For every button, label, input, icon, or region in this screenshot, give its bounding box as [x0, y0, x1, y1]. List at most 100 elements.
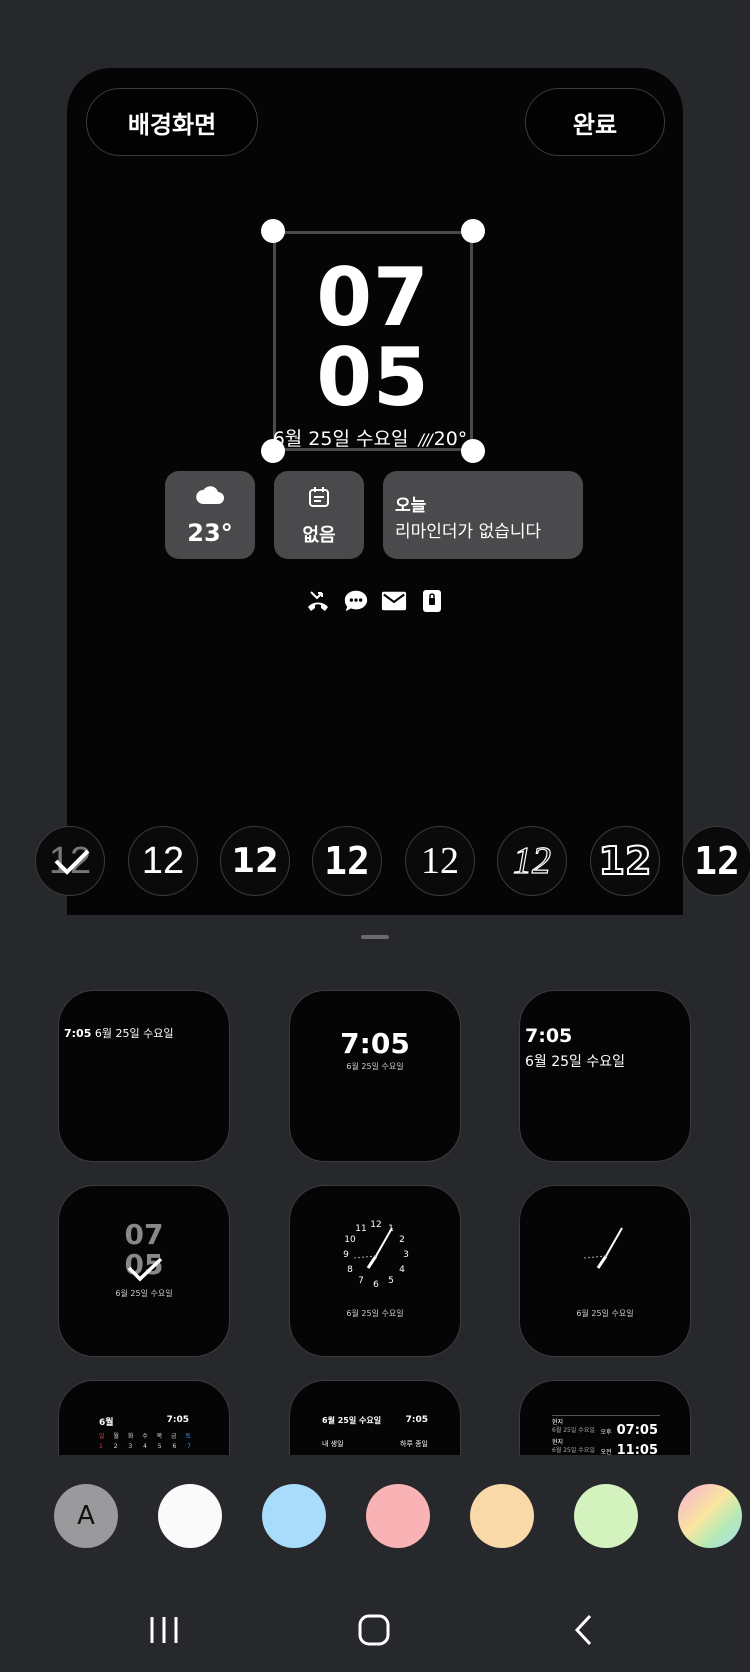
color-green[interactable]: [574, 1484, 638, 1548]
style-1-line: 7:05 6월 25일 수요일: [64, 1025, 173, 1041]
check-icon: [54, 849, 90, 875]
message-icon: [343, 588, 369, 614]
clock-style-3[interactable]: 7:05 6월 25일 수요일: [519, 990, 691, 1162]
resize-handle-top-right[interactable]: [461, 219, 485, 243]
reminder-text: 리마인더가 없습니다: [395, 522, 542, 542]
calendar-days: 1 2 3 4 5 6 7: [99, 1443, 191, 1450]
home-button[interactable]: [352, 1608, 396, 1652]
font-sample: 12: [324, 839, 370, 883]
clock-number: 5: [388, 1275, 394, 1286]
lock-icon: [419, 588, 445, 614]
clock-style-1[interactable]: 7:05 6월 25일 수요일: [58, 990, 230, 1162]
font-sample: 12: [231, 841, 279, 881]
color-pink[interactable]: [366, 1484, 430, 1548]
style-7-time: 7:05: [166, 1415, 189, 1425]
clock-selection-box[interactable]: 07 05: [273, 231, 473, 451]
notification-icons: [67, 588, 683, 614]
font-sample: 12: [598, 838, 653, 884]
resize-handle-top-left[interactable]: [261, 219, 285, 243]
clock-number: 1: [388, 1224, 394, 1235]
clock-number: 4: [399, 1265, 405, 1275]
style-9-city-1: 현지 6월 25일 수요일: [552, 1419, 595, 1435]
weather-widget[interactable]: 23°: [165, 471, 255, 559]
day-number: 4: [143, 1443, 147, 1450]
clock-number: 2: [399, 1235, 405, 1245]
clock-style-4[interactable]: 07 05 6월 25일 수요일: [58, 1185, 230, 1357]
font-option-6[interactable]: 12: [497, 826, 567, 896]
auto-label: A: [77, 1501, 95, 1531]
font-sample: 12: [141, 839, 185, 882]
clock-style-2[interactable]: 7:05 6월 25일 수요일: [289, 990, 461, 1162]
email-icon: [381, 588, 407, 614]
font-option-1[interactable]: 12: [35, 826, 105, 896]
analog-clock-face: 12 1 2 3 4 5 6 7 8 9 10 11: [336, 1216, 416, 1296]
weekday-label: 목: [156, 1433, 163, 1440]
clock-color-row: A: [0, 1484, 750, 1548]
sheet-drag-handle[interactable]: [361, 935, 389, 939]
style-8-date: 6월 25일 수요일: [322, 1416, 382, 1425]
clock-hour: 07: [316, 251, 430, 344]
clock-style-5[interactable]: 12 1 2 3 4 5 6 7 8 9 10 11 6월 25일 수요일: [289, 1185, 461, 1357]
rain-icon: ///: [418, 430, 432, 449]
style-9-label: 현지: [552, 1439, 564, 1446]
font-option-5[interactable]: 12: [405, 826, 475, 896]
clock-style-9[interactable]: 현지 6월 25일 수요일 오후 07:05 현지 6월 25일 수요일 오전 …: [519, 1380, 691, 1455]
style-9-label: 현지: [552, 1419, 564, 1426]
day-number: 5: [157, 1443, 162, 1450]
color-auto[interactable]: A: [54, 1484, 118, 1548]
weather-temp: 23°: [187, 519, 233, 547]
clock-hands: [583, 1227, 623, 1269]
font-option-7[interactable]: 12: [590, 826, 660, 896]
reminder-title: 오늘: [395, 496, 427, 516]
color-orange[interactable]: [470, 1484, 534, 1548]
style-9-ampm: 오후: [600, 1429, 612, 1436]
style-2-time: 7:05: [340, 1027, 410, 1060]
home-icon: [358, 1614, 390, 1646]
style-3-date: 6월 25일 수요일: [525, 1054, 626, 1070]
reminder-widget[interactable]: 오늘 리마인더가 없습니다: [383, 471, 583, 559]
font-option-3[interactable]: 12: [220, 826, 290, 896]
date-weather-line: 6월 25일 수요일 ///20°: [265, 424, 475, 451]
clock-number: 8: [347, 1265, 353, 1275]
calendar-widget[interactable]: 없음: [274, 471, 364, 559]
color-gradient[interactable]: [678, 1484, 742, 1548]
style-6-date: 6월 25일 수요일: [576, 1309, 634, 1318]
font-sample: 12: [694, 839, 740, 883]
recents-icon: [150, 1617, 178, 1643]
weekday-label: 토: [185, 1433, 191, 1440]
back-button[interactable]: [562, 1608, 606, 1652]
style-8-event-time: 하루 종일: [400, 1440, 428, 1448]
clock-style-6[interactable]: 6월 25일 수요일: [519, 1185, 691, 1357]
style-9-time: 07:05: [616, 1423, 658, 1438]
style-9-time-1: 오후 07:05: [600, 1419, 658, 1438]
style-2-date: 6월 25일 수요일: [346, 1062, 404, 1071]
navigation-bar: [0, 1590, 750, 1672]
clock-number: 9: [343, 1250, 349, 1260]
font-style-row: 12 12 12 12 12 12 12 12: [0, 826, 750, 896]
day-number: 7: [187, 1443, 191, 1450]
color-white[interactable]: [158, 1484, 222, 1548]
missed-call-icon: [305, 588, 331, 614]
day-number: 3: [128, 1443, 133, 1450]
style-7-month: 6월: [99, 1418, 114, 1428]
style-9-date: 6월 25일 수요일: [552, 1427, 595, 1434]
recent-apps-button[interactable]: [142, 1608, 186, 1652]
font-option-8[interactable]: 12: [682, 826, 750, 896]
clock-display: 07 05: [276, 258, 470, 418]
weekday-label: 월: [113, 1433, 119, 1440]
font-sample: 12: [512, 839, 551, 882]
style-4-date: 6월 25일 수요일: [115, 1289, 173, 1298]
color-blue[interactable]: [262, 1484, 326, 1548]
clock-style-8[interactable]: 6월 25일 수요일 7:05 내 생일 하루 종일: [289, 1380, 461, 1455]
weekday-label: 금: [171, 1433, 177, 1440]
wallpaper-button[interactable]: 배경화면: [86, 88, 258, 156]
font-option-2[interactable]: 12: [128, 826, 198, 896]
clock-number: 12: [370, 1220, 382, 1230]
font-sample: 12: [421, 840, 459, 882]
clock-style-7[interactable]: 6월 7:05 일 월 화 수 목 금 토 1 2 3 4 5 6 7: [58, 1380, 230, 1455]
style-9-date: 6월 25일 수요일: [552, 1447, 595, 1454]
style-9-time-2: 오전 11:05: [600, 1439, 658, 1455]
done-button[interactable]: 완료: [525, 88, 665, 156]
calendar-icon: [274, 485, 364, 509]
font-option-4[interactable]: 12: [312, 826, 382, 896]
